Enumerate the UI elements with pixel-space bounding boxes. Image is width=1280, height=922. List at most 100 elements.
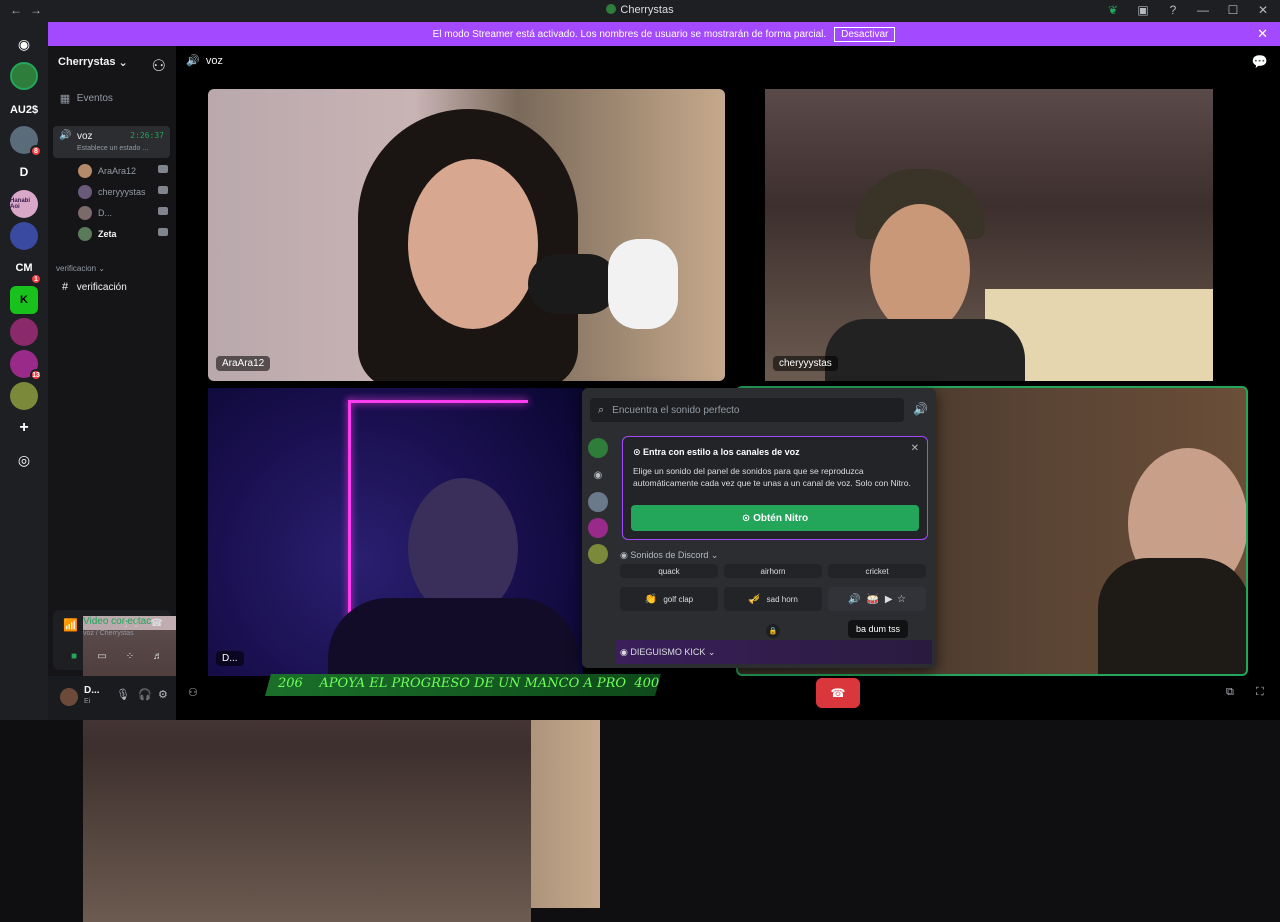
category-verificacion[interactable]: verificacion ⌄ (56, 258, 170, 278)
guild-0[interactable] (10, 62, 38, 90)
search-icon: ⌕ (598, 403, 605, 416)
sound-button[interactable]: cricket (828, 564, 926, 578)
voice-channel-status[interactable]: Establece un estado ... (77, 145, 148, 152)
voice-user[interactable]: AraAra12 (78, 162, 168, 180)
guild-6-label: CM (15, 262, 33, 274)
close-window-button[interactable]: ✕ (1256, 3, 1270, 17)
guild-8[interactable] (10, 318, 38, 346)
deactivate-button[interactable]: Desactivar (834, 26, 896, 42)
help-icon[interactable]: ? (1166, 3, 1180, 17)
voice-channel-name: voz (77, 131, 93, 142)
text-channel-verificacion[interactable]: # verificación (56, 277, 170, 297)
guild-4[interactable]: Hanabi Aoi (10, 190, 38, 218)
activities-button[interactable]: ⁘ (119, 648, 141, 664)
sound-button[interactable]: 👏 golf clap (620, 587, 718, 611)
video-tile[interactable]: D... (208, 388, 583, 676)
user-name: D... (84, 685, 100, 696)
voice-user-name: D... (98, 208, 113, 218)
sound-button[interactable]: airhorn (724, 564, 822, 578)
plush-prop (608, 239, 678, 329)
discover-icon[interactable]: ◎ (10, 446, 38, 474)
chat-icon[interactable]: 💬 (1252, 54, 1268, 70)
leaf-icon[interactable]: ❦ (1106, 3, 1120, 17)
sounds-section-header[interactable]: ◉ Sonidos de Discord ⌄ (620, 550, 718, 561)
avatar[interactable] (60, 688, 78, 706)
disconnect-call-button[interactable]: ☎ (816, 678, 860, 708)
sound-button[interactable]: quack (620, 564, 718, 578)
voice-channel-voz[interactable]: 🔊 voz 2:26:37 Establece un estado ... (53, 126, 170, 158)
inbox-icon[interactable]: ▣ (1136, 3, 1150, 17)
server-filter-icon[interactable] (588, 518, 608, 538)
guild-1[interactable]: AU2$ (10, 96, 38, 124)
play-icon[interactable]: ▶ (885, 594, 893, 605)
sound-button-hovered[interactable]: 🔊 🥁 ▶ ☆ (828, 587, 926, 611)
guild-10[interactable] (10, 382, 38, 410)
camera-icon (158, 207, 168, 215)
guild-5[interactable] (10, 222, 38, 250)
guild-9[interactable]: 13 (10, 350, 42, 381)
microphone-icon[interactable]: 🎙 (116, 688, 130, 701)
guild-badge: 8 (30, 145, 42, 157)
camera-icon (158, 186, 168, 194)
guild-2[interactable]: 8 (10, 126, 42, 157)
guild-badge: 1 (30, 273, 42, 285)
soundboard-wave-icon[interactable]: ⋮⋮ (121, 618, 141, 629)
person-face (870, 204, 970, 334)
sound-search-input[interactable]: ⌕ Encuentra el sonido perfecto (590, 398, 904, 422)
discord-home-icon[interactable]: ◉ (10, 30, 38, 58)
stage-header: 🔊 voz (186, 55, 223, 67)
get-nitro-button[interactable]: ⊙ Obtén Nitro (631, 505, 919, 531)
server-filter-icon[interactable] (588, 492, 608, 512)
discord-filter-icon[interactable]: ◉ (588, 466, 608, 486)
sound-button[interactable]: 🎺 sad horn (724, 587, 822, 611)
nitro-title: ⊙ Entra con estilo a los canales de voz (633, 447, 800, 457)
camera-button[interactable]: ■ (63, 648, 85, 664)
voice-user[interactable]: Zeta (78, 225, 168, 243)
settings-icon[interactable]: ⚙ (158, 688, 168, 701)
signal-icon[interactable]: 📶 (63, 618, 78, 632)
lock-icon: 🔒 (766, 624, 780, 638)
person-face (408, 159, 538, 329)
sound-label: airhorn (760, 566, 786, 576)
sounds-section-label: Sonidos de Discord (630, 550, 709, 560)
maximize-button[interactable]: ☐ (1226, 3, 1240, 17)
nitro-button-label: Obtén Nitro (753, 512, 809, 524)
voice-user-name: Zeta (98, 229, 117, 239)
soundboard-button[interactable]: ♬ (147, 648, 169, 664)
server-filter-icon[interactable] (588, 438, 608, 458)
video-tile[interactable]: cheryyystas (765, 89, 1213, 381)
guild-3[interactable]: D (10, 158, 38, 186)
disconnect-icon[interactable]: ☎ (151, 618, 163, 629)
voice-user[interactable]: cheryyystas (78, 183, 168, 201)
events-item[interactable]: ▦ Eventos (56, 88, 170, 108)
camera-icon (158, 228, 168, 236)
guild-7[interactable]: K (10, 286, 38, 314)
close-promo-icon[interactable]: ✕ (911, 443, 919, 454)
fullscreen-icon[interactable]: ⛶ (1256, 686, 1264, 699)
guild-6[interactable]: CM 1 (10, 254, 42, 285)
favorite-star-icon[interactable]: ☆ (897, 594, 906, 605)
screen-share-button[interactable]: ▭ (91, 648, 113, 664)
video-tile[interactable]: AraAra12 (208, 89, 725, 381)
guild-badge: 13 (30, 369, 42, 381)
headphones-icon[interactable]: 🎧 (138, 688, 152, 701)
minimize-button[interactable]: — (1196, 3, 1210, 17)
person-body (1098, 558, 1246, 674)
channel-sidebar: Cherrystas ⌄ ⚇ ▦ Eventos 🔊 voz 2:26:37 E… (48, 46, 600, 922)
invite-icon[interactable]: ⚇ (152, 56, 166, 76)
add-server-icon[interactable]: + (10, 414, 38, 442)
drum-icon: 🥁 (866, 593, 879, 605)
volume-icon[interactable]: 🔊 (913, 402, 928, 416)
server-filter-icon[interactable] (588, 544, 608, 564)
custom-sounds-section[interactable]: ◉ DIEGUISMO KICK ⌄ (616, 640, 932, 664)
search-placeholder: Encuentra el sonido perfecto (612, 404, 740, 416)
voice-channel-time: 2:26:37 (130, 131, 164, 140)
volume-icon[interactable]: 🔊 (848, 594, 860, 605)
add-person-icon[interactable]: ⚇ (188, 686, 198, 699)
voice-user[interactable]: D... (78, 204, 168, 222)
window-controls: ❦ ▣ ? — ☐ ✕ (1106, 3, 1270, 17)
close-banner-icon[interactable]: ✕ (1257, 26, 1268, 42)
popout-icon[interactable]: ⧉ (1226, 686, 1234, 699)
tile-username: D... (216, 651, 244, 666)
voice-user-name: cheryyystas (98, 187, 146, 197)
